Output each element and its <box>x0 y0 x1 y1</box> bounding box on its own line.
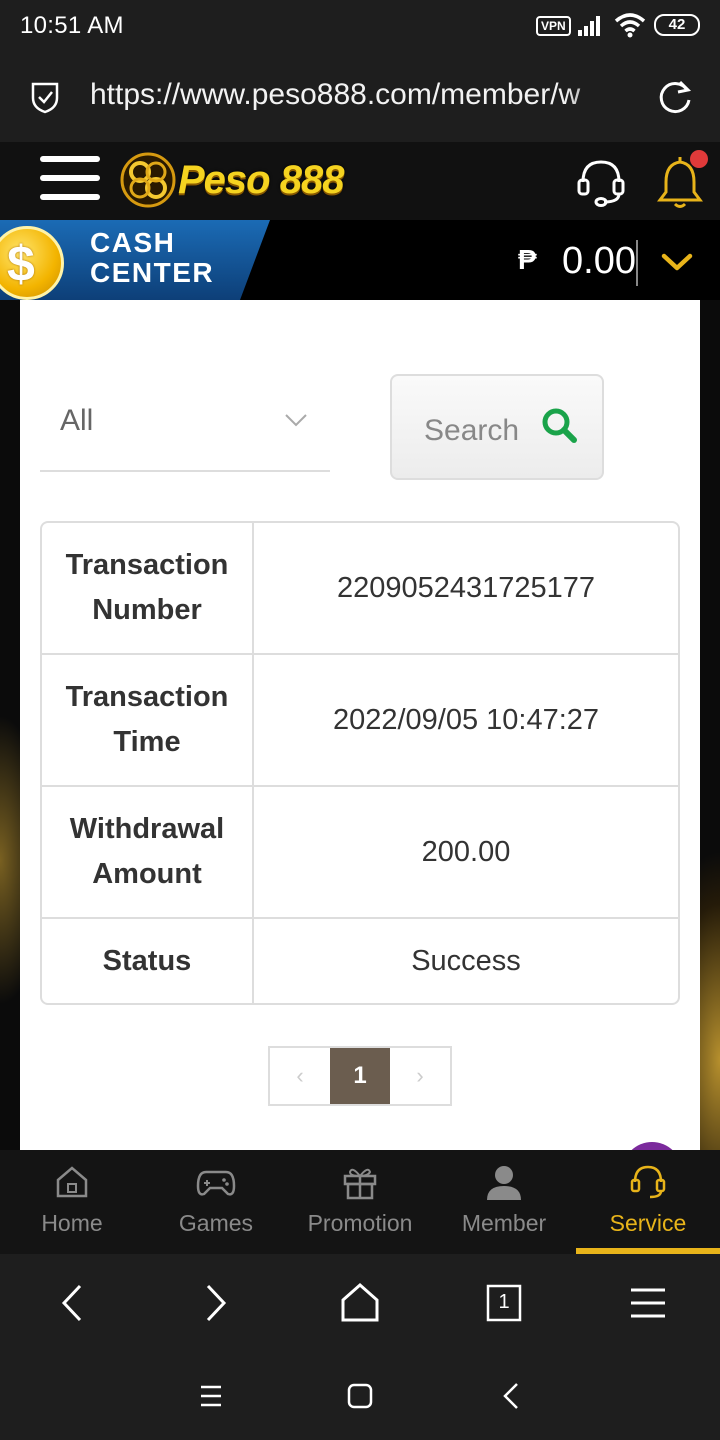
text-caret <box>636 240 638 286</box>
menu-icon[interactable] <box>40 156 100 206</box>
row-label: Status <box>42 919 254 1003</box>
table-row: Status Success <box>42 919 678 1003</box>
url-field[interactable]: https://www.peso888.com/member/w <box>90 78 630 112</box>
withdrawal-amount-value: 200.00 <box>254 787 678 919</box>
search-icon <box>542 408 577 443</box>
signal-icon <box>578 16 600 36</box>
transaction-time-value: 2022/09/05 10:47:27 <box>254 655 678 787</box>
gift-icon <box>343 1168 377 1200</box>
table-row: Withdrawal Amount 200.00 <box>42 787 678 919</box>
table-row: Transaction Time 2022/09/05 10:47:27 <box>42 655 678 787</box>
page-next-button[interactable]: › <box>390 1048 450 1104</box>
status-value: Success <box>411 944 521 977</box>
row-label: Withdrawal Amount <box>42 787 254 919</box>
row-label-line: Withdrawal <box>69 813 225 845</box>
row-label-line: Transaction <box>65 681 229 713</box>
shield-check-icon[interactable] <box>30 80 60 114</box>
balance-value: 0.00 <box>562 240 636 282</box>
page-current-button[interactable]: 1 <box>330 1048 390 1104</box>
site-bottom-nav: Home Games Promotion Member Service <box>0 1150 720 1254</box>
row-label-line: Amount <box>92 858 202 890</box>
wifi-icon <box>614 13 646 38</box>
transaction-number-value: 2209052431725177 <box>254 523 678 655</box>
row-label: Transaction Number <box>42 523 254 655</box>
row-label-line: Status <box>102 944 192 977</box>
nav-label: Games <box>178 1210 254 1236</box>
gamepad-icon <box>196 1170 236 1196</box>
system-back-icon[interactable] <box>494 1378 530 1414</box>
tabs-button[interactable]: 1 <box>479 1278 529 1328</box>
filter-selected-value: All <box>60 404 94 437</box>
nav-promotion[interactable]: Promotion <box>288 1150 432 1254</box>
cash-center-title: CASH CENTER <box>90 228 214 288</box>
forward-arrow-icon[interactable] <box>190 1278 240 1328</box>
cash-title-line2: CENTER <box>90 257 215 288</box>
table-row: Transaction Number 2209052431725177 <box>42 523 678 655</box>
headset-icon <box>630 1165 666 1199</box>
browser-url-bar: https://www.peso888.com/member/w <box>0 52 720 142</box>
system-home-icon[interactable] <box>342 1378 378 1414</box>
reload-icon[interactable] <box>656 78 694 116</box>
nav-label: Home <box>41 1210 103 1236</box>
nav-games[interactable]: Games <box>144 1150 288 1254</box>
logo-emblem-icon <box>120 152 176 208</box>
nav-service[interactable]: Service <box>576 1150 720 1254</box>
status-time: 10:51 AM <box>20 12 124 39</box>
search-button[interactable]: Search <box>390 374 604 480</box>
status-filter-select[interactable]: All <box>40 370 330 472</box>
user-icon <box>487 1166 521 1200</box>
page-prev-button[interactable]: ‹ <box>270 1048 330 1104</box>
menu-lines-icon[interactable] <box>623 1278 673 1328</box>
home-outline-icon[interactable] <box>335 1278 385 1328</box>
pagination: ‹ 1 › <box>268 1046 452 1106</box>
currency-symbol: ₱ <box>518 244 537 275</box>
battery-indicator: 42 <box>654 14 700 36</box>
row-label: Transaction Time <box>42 655 254 787</box>
system-nav-bar <box>0 1350 720 1440</box>
transaction-detail-table: Transaction Number 2209052431725177 Tran… <box>40 521 680 1005</box>
cash-center-bar: $ CASH CENTER ₱ 0.00 <box>0 220 720 300</box>
browser-toolbar: 1 <box>0 1254 720 1350</box>
vpn-indicator: VPN <box>536 16 571 36</box>
cash-title-line1: CASH <box>90 227 176 258</box>
tab-count: 1 <box>498 1291 510 1313</box>
status-bar: 10:51 AM VPN 42 <box>0 0 720 52</box>
notification-dot <box>690 150 708 168</box>
nav-home[interactable]: Home <box>0 1150 144 1254</box>
nav-label: Promotion <box>307 1210 413 1236</box>
nav-member[interactable]: Member <box>432 1150 576 1254</box>
row-label-line: Time <box>113 726 181 758</box>
row-label-line: Number <box>92 594 202 626</box>
logo-text: Peso 888 <box>178 158 344 202</box>
chevron-down-icon <box>285 414 307 427</box>
search-button-label: Search <box>424 414 520 447</box>
home-icon <box>56 1166 88 1198</box>
site-header: Peso 888 <box>0 142 720 220</box>
row-label-line: Transaction <box>65 549 229 581</box>
site-logo[interactable]: Peso 888 <box>120 150 344 212</box>
chevron-down-icon[interactable] <box>660 250 694 274</box>
back-arrow-icon[interactable] <box>48 1278 98 1328</box>
nav-label: Member <box>461 1210 547 1236</box>
nav-label: Service <box>609 1210 687 1236</box>
transaction-card: All Search Transaction Number 2209052431… <box>20 300 700 1150</box>
headset-support-icon[interactable] <box>574 156 628 208</box>
recents-icon[interactable] <box>193 1378 229 1414</box>
